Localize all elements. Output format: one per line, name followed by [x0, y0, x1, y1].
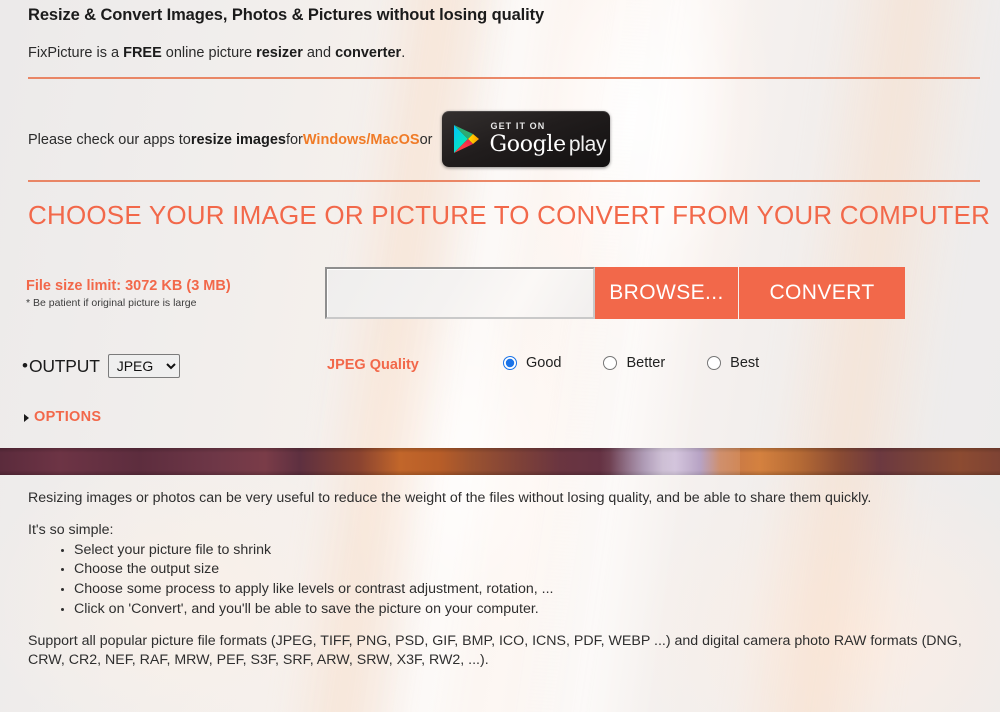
page-title-text: Resize & Convert Images, Photos & Pictur…	[28, 6, 545, 24]
tagline-free: FREE	[123, 45, 162, 61]
convert-button[interactable]: CONVERT	[739, 267, 905, 319]
jpeg-quality-label: JPEG Quality	[327, 357, 419, 373]
quality-option-best[interactable]: Best	[707, 355, 759, 371]
background-photo-band-glow	[600, 448, 740, 475]
output-bullet-icon: •	[22, 355, 28, 375]
file-size-limit-block: File size limit: 3072 KB (3 MB) * Be pat…	[26, 278, 316, 309]
divider-bottom	[28, 180, 980, 182]
info-formats-paragraph: Support all popular picture file formats…	[28, 633, 962, 668]
info-simple-intro: It's so simple:	[28, 521, 114, 538]
options-label: OPTIONS	[34, 409, 102, 425]
apps-text-part1: Please check our apps to	[28, 132, 191, 148]
quality-label-good: Good	[526, 355, 562, 371]
jpeg-quality-radio-group: Good Better Best	[503, 355, 759, 371]
list-item: Click on 'Convert', and you'll be able t…	[74, 600, 972, 620]
quality-option-good[interactable]: Good	[503, 355, 561, 371]
tagline-part4: .	[401, 45, 406, 61]
quality-label-better: Better	[626, 355, 666, 371]
quality-label-best: Best	[730, 355, 760, 371]
tagline-resizer: resizer	[256, 45, 303, 61]
divider-top	[28, 77, 980, 79]
patience-note: * Be patient if original picture is larg…	[26, 297, 197, 310]
output-format-row: • OUTPUT JPEGPNGGIFTIFFBMPPDFWEBPICOPSD	[22, 353, 180, 379]
file-size-limit-text: File size limit: 3072 KB (3 MB)	[26, 278, 231, 294]
page-title: Resize & Convert Images, Photos & Pictur…	[28, 6, 544, 25]
google-play-triangle-icon	[451, 122, 481, 156]
tagline-converter: converter	[335, 45, 402, 61]
file-path-input[interactable]	[325, 267, 595, 319]
google-play-brand-play: play	[568, 133, 607, 156]
quality-radio-better[interactable]	[603, 356, 618, 370]
converter-heading: CHOOSE YOUR IMAGE OR PICTURE TO CONVERT …	[28, 200, 991, 230]
google-play-get-it-on: GET IT ON	[490, 121, 546, 131]
google-play-text: GET IT ON Google play	[489, 122, 606, 156]
page-root: Resize & Convert Images, Photos & Pictur…	[0, 0, 1000, 712]
google-play-brand-google: Google	[489, 132, 566, 157]
tagline-part2: online picture	[161, 45, 257, 61]
google-play-brand: Google play	[489, 134, 606, 156]
google-play-badge[interactable]: GET IT ON Google play	[442, 111, 611, 167]
tagline-part1: FixPicture is a	[28, 45, 124, 61]
info-section: Resizing images or photos can be very us…	[28, 489, 972, 683]
quality-radio-good[interactable]	[503, 356, 517, 370]
apps-resize-images: resize images	[190, 132, 286, 148]
browse-button[interactable]: BROWSE...	[595, 267, 738, 319]
apps-platforms-link[interactable]: Windows/MacOS	[303, 132, 420, 148]
options-toggle[interactable]: OPTIONS	[24, 409, 101, 425]
apps-text-part2: for	[285, 132, 303, 148]
tagline: FixPicture is a FREE online picture resi…	[28, 45, 405, 61]
output-label: OUTPUT	[28, 355, 100, 376]
info-steps-list: Select your picture file to shrink Choos…	[28, 541, 972, 619]
chevron-right-icon	[24, 413, 29, 422]
quality-option-better[interactable]: Better	[603, 355, 665, 371]
background-photo-band	[0, 448, 1000, 475]
list-item: Choose some process to apply like levels…	[74, 580, 972, 600]
output-format-select[interactable]: JPEGPNGGIFTIFFBMPPDFWEBPICOPSD	[107, 354, 180, 378]
info-paragraph-1: Resizing images or photos can be very us…	[28, 490, 872, 506]
quality-radio-best[interactable]	[707, 356, 722, 370]
apps-promo-row: Please check our apps to resize images f…	[28, 111, 611, 167]
list-item: Select your picture file to shrink	[74, 541, 972, 561]
list-item: Choose the output size	[74, 560, 972, 580]
tagline-part3: and	[302, 45, 336, 61]
apps-text-part3: or	[419, 132, 433, 148]
